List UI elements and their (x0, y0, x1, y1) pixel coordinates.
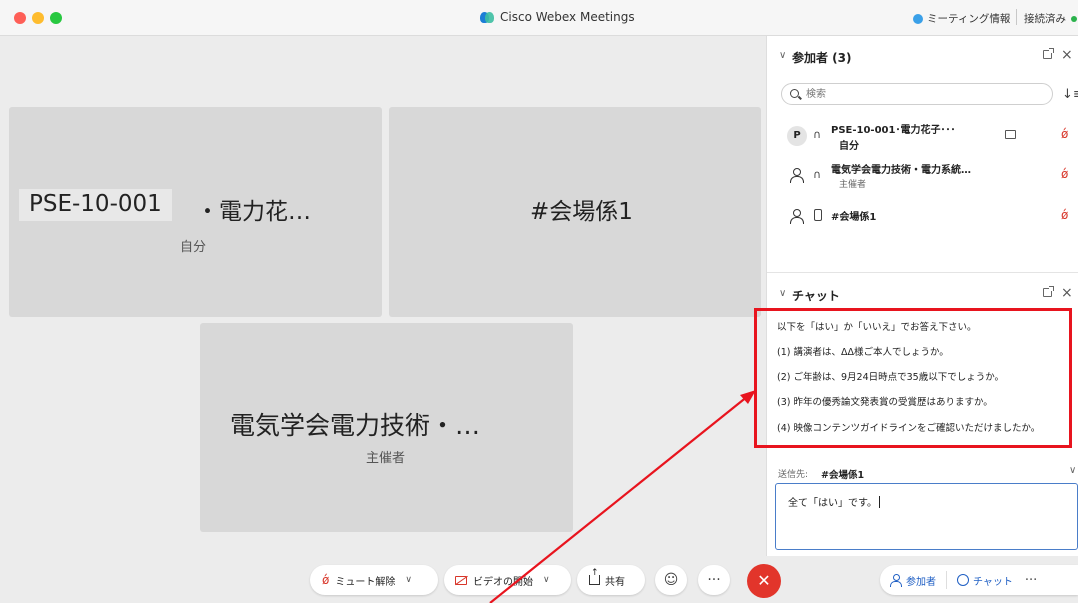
avatar: P (787, 126, 807, 146)
popout-icon[interactable] (1043, 286, 1054, 297)
collapse-chevron-icon[interactable]: ∨ (779, 288, 786, 299)
chevron-down-icon[interactable]: ∨ (1069, 465, 1076, 476)
close-icon[interactable]: × (1061, 285, 1073, 301)
info-icon (913, 13, 923, 24)
participants-header: ∨ 参加者 (3) × (767, 42, 1078, 72)
host-sub-label: 主催者 (366, 451, 406, 466)
self-id-label: PSE-10-001 (19, 189, 172, 221)
divider (1016, 9, 1017, 25)
participant-name: #会場係1 (831, 212, 877, 223)
meeting-info-button[interactable]: ミーティング情報 (913, 11, 1010, 26)
start-video-label: ビデオの開始 (473, 576, 533, 588)
divider (946, 571, 947, 589)
zoom-window-button[interactable] (50, 12, 62, 24)
phone-device-icon (814, 209, 822, 221)
participant-row[interactable]: #会場係1 ǿ (767, 201, 1078, 237)
self-name-label: ・電力花… (196, 199, 311, 225)
title-bar: Cisco Webex Meetings ミーティング情報 接続済み (0, 0, 1078, 36)
search-icon (790, 89, 799, 98)
send-to-select[interactable]: #会場係1 (821, 467, 864, 481)
webex-window: Cisco Webex Meetings ミーティング情報 接続済み PSE-1… (0, 0, 1078, 603)
unmute-button[interactable]: ǿ ミュート解除 ∨ (310, 565, 438, 595)
unmute-label: ミュート解除 (335, 576, 396, 588)
chat-toggle-button[interactable]: チャット (957, 573, 1013, 588)
share-icon (589, 568, 600, 585)
compose-text: 全て「はい」です。 (788, 494, 880, 509)
panel-toggle-group: 参加者 チャット ··· (880, 565, 1078, 595)
text-caret (879, 496, 880, 508)
sort-icon[interactable]: ↓≡ (1062, 87, 1078, 102)
person-icon (789, 209, 804, 224)
close-window-button[interactable] (14, 12, 26, 24)
side-panel: ∨ 参加者 (3) × ↓≡ P ∩ PSE-10-001･電力花子･･･ 自分… (766, 36, 1078, 556)
send-to-label: 送信先: (778, 470, 809, 480)
headset-icon: ∩ (813, 128, 822, 141)
close-icon[interactable]: × (1061, 47, 1073, 63)
participant-search[interactable] (781, 83, 1053, 105)
section-divider (767, 272, 1078, 273)
leave-meeting-button[interactable]: ✕ (747, 564, 781, 598)
meeting-info-label: ミーティング情報 (927, 13, 1011, 25)
chat-bubble-icon (957, 574, 969, 586)
ellipsis-icon[interactable]: ··· (1025, 573, 1037, 588)
app-title: Cisco Webex Meetings (480, 10, 635, 24)
share-label: 共有 (605, 576, 625, 588)
share-button[interactable]: 共有 (577, 565, 645, 595)
app-title-text: Cisco Webex Meetings (500, 10, 635, 24)
venue-name-label: #会場係1 (530, 199, 633, 225)
compose-value: 全て「はい」です。 (788, 498, 877, 509)
host-person-icon (789, 168, 804, 183)
self-sub-label: 自分 (180, 240, 207, 255)
participant-name: 電気学会電力技術・電力系統… (831, 165, 971, 176)
chat-title: チャット (792, 289, 840, 303)
collapse-chevron-icon[interactable]: ∨ (779, 50, 786, 61)
participant-row[interactable]: ∩ 電気学会電力技術・電力系統… 主催者 ǿ (767, 160, 1078, 196)
host-name-label: 電気学会電力技術・… (230, 411, 481, 440)
search-input[interactable] (806, 86, 1046, 102)
connection-status-dot-icon (1071, 16, 1077, 22)
mic-muted-icon: ǿ (1061, 127, 1069, 141)
chevron-down-icon[interactable]: ∨ (543, 575, 550, 585)
mic-muted-icon: ǿ (1061, 208, 1069, 222)
mic-muted-icon: ǿ (322, 573, 330, 587)
video-off-icon (455, 575, 467, 585)
start-video-button[interactable]: ビデオの開始 ∨ (444, 565, 571, 595)
video-off-icon (1005, 130, 1016, 139)
connection-status: 接続済み (1024, 13, 1066, 25)
chevron-down-icon[interactable]: ∨ (405, 575, 412, 585)
minimize-window-button[interactable] (32, 12, 44, 24)
headset-icon: ∩ (813, 168, 822, 181)
mic-muted-icon: ǿ (1061, 167, 1069, 181)
participants-icon (890, 574, 902, 587)
chat-toggle-label: チャット (973, 576, 1013, 588)
participant-role: 自分 (839, 141, 859, 152)
annotation-highlight-box (754, 308, 1072, 448)
chat-header: ∨ チャット × (767, 280, 1078, 310)
webex-logo-icon (480, 11, 494, 23)
ellipsis-icon: ··· (707, 572, 721, 588)
popout-icon[interactable] (1043, 48, 1054, 59)
smiley-icon: ☺ (663, 572, 679, 588)
more-options-button[interactable]: ··· (698, 565, 730, 595)
participant-name: PSE-10-001･電力花子･･･ (831, 125, 956, 136)
participants-title: 参加者 (3) (792, 51, 852, 65)
participants-toggle-button[interactable]: 参加者 (890, 573, 936, 588)
chat-compose-field[interactable]: 全て「はい」です。 (775, 483, 1078, 550)
close-icon: ✕ (757, 571, 771, 590)
participant-role: 主催者 (839, 180, 867, 190)
participants-toggle-label: 参加者 (906, 576, 936, 588)
participant-row[interactable]: P ∩ PSE-10-001･電力花子･･･ 自分 ǿ (767, 120, 1078, 156)
reactions-button[interactable]: ☺ (655, 565, 687, 595)
